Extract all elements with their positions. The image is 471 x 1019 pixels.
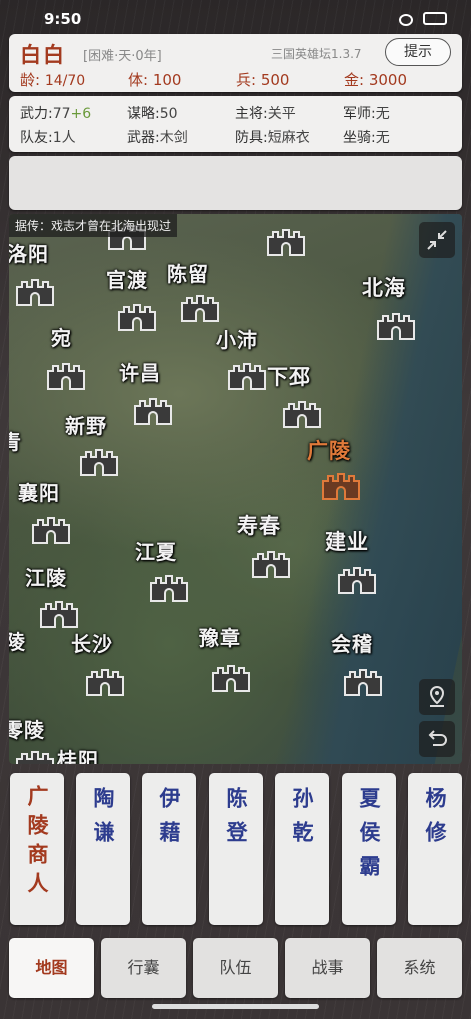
city-label-xiapi[interactable]: 下邳	[267, 361, 311, 391]
city-label-chenliu[interactable]: 陈留	[167, 258, 209, 287]
castle-icon[interactable]	[15, 278, 55, 306]
city-label-beihai[interactable]: 北海	[362, 272, 406, 302]
world-map[interactable]: 洛阳 官渡 陈留 北海 宛 小沛 许昌 下邳 新野 青 广陵 襄阳 寿春 建业 …	[9, 214, 462, 764]
castle-icon[interactable]	[149, 574, 189, 602]
city-label-guangling[interactable]: 广陵	[307, 435, 351, 465]
difficulty-text: [困难·天·0年]	[83, 49, 162, 64]
castle-icon[interactable]	[39, 600, 79, 628]
tab-map[interactable]: 地图	[9, 938, 94, 998]
castle-icon[interactable]	[227, 362, 267, 390]
tab-bag[interactable]: 行囊	[101, 938, 186, 998]
city-label-luoyang[interactable]: 洛阳	[9, 238, 49, 267]
force-stat: 武力:77+6	[20, 106, 92, 122]
castle-icon[interactable]	[211, 664, 251, 692]
city-label-xinye[interactable]: 新野	[65, 410, 107, 439]
character-card[interactable]: 伊藉	[142, 773, 196, 925]
wifi-icon	[399, 14, 413, 26]
castle-icon[interactable]	[31, 516, 71, 544]
castle-icon[interactable]	[79, 448, 119, 476]
castle-icon[interactable]	[266, 228, 306, 256]
rumor-banner: 据传：戏志才曾在北海出现过	[9, 214, 178, 237]
player-name: 白白	[20, 43, 66, 67]
city-label-ling[interactable]: 陵	[9, 626, 26, 655]
location-pin-icon	[429, 685, 445, 707]
stamina-stat: 体: 100	[128, 71, 182, 89]
troops-value: 500	[260, 71, 290, 89]
tab-team[interactable]: 队伍	[193, 938, 278, 998]
battery-icon	[423, 12, 447, 25]
tab-system[interactable]: 系统	[377, 938, 462, 998]
castle-icon[interactable]	[117, 303, 157, 331]
weapon-stat: 武器:木剑	[127, 130, 188, 146]
city-label-guandu[interactable]: 官渡	[106, 264, 148, 293]
attributes-panel: 武力:77+6 谋略:50 主将:关平 军师:无 队友:1人 武器:木剑 防具:…	[9, 96, 462, 152]
city-label-jianye[interactable]: 建业	[325, 526, 369, 556]
game-version: 三国英雄坛1.3.7	[271, 47, 362, 61]
city-label-jiangxia[interactable]: 江夏	[135, 536, 177, 565]
undo-icon	[428, 730, 447, 746]
hint-button[interactable]: 提示	[385, 38, 451, 66]
gold-value: 3000	[368, 71, 408, 89]
teammates-stat: 队友:1人	[20, 130, 76, 146]
castle-icon[interactable]	[46, 362, 86, 390]
city-label-jiangling[interactable]: 江陵	[25, 562, 67, 591]
character-card[interactable]: 广陵商人	[10, 773, 64, 925]
age-value: 14/70	[44, 73, 86, 89]
collapse-map-button[interactable]	[419, 222, 455, 258]
castle-icon[interactable]	[15, 750, 55, 764]
city-label-xiangyang[interactable]: 襄阳	[18, 477, 60, 506]
character-card[interactable]: 陶谦	[76, 773, 130, 925]
advisor-stat: 军师:无	[343, 106, 390, 122]
castle-icon[interactable]	[85, 668, 125, 696]
castle-icon[interactable]	[180, 294, 220, 322]
city-label-changsha[interactable]: 长沙	[71, 628, 113, 657]
mount-stat: 坐骑:无	[343, 130, 390, 146]
city-label-shouchun[interactable]: 寿春	[237, 510, 281, 540]
strategy-stat: 谋略:50	[127, 106, 178, 122]
city-label-wan[interactable]: 宛	[51, 322, 72, 351]
status-icons	[399, 12, 447, 26]
castle-icon-selected[interactable]	[321, 472, 361, 500]
castle-icon[interactable]	[282, 400, 322, 428]
tab-war[interactable]: 战事	[285, 938, 370, 998]
locate-button[interactable]	[419, 679, 455, 715]
city-label-qing[interactable]: 青	[9, 426, 22, 455]
age-stat: 龄: 14/70	[20, 71, 86, 89]
character-card[interactable]: 陈登	[209, 773, 263, 925]
city-label-xiaopei[interactable]: 小沛	[216, 324, 258, 353]
city-label-yuzhang[interactable]: 豫章	[199, 622, 241, 651]
castle-icon[interactable]	[343, 668, 383, 696]
character-card[interactable]: 夏侯霸	[342, 773, 396, 925]
castle-icon[interactable]	[251, 550, 291, 578]
collapse-icon	[427, 230, 447, 250]
armor-stat: 防具:短麻衣	[235, 130, 310, 146]
city-label-guiyang[interactable]: 桂阳	[57, 744, 99, 764]
castle-icon[interactable]	[133, 397, 173, 425]
character-card[interactable]: 杨修	[408, 773, 462, 925]
status-time: 9:50	[44, 10, 82, 28]
city-label-xuchang[interactable]: 许昌	[119, 357, 161, 386]
city-label-lingling[interactable]: 零陵	[9, 714, 45, 743]
stamina-value: 100	[152, 71, 182, 89]
city-label-kuaiji[interactable]: 会稽	[331, 628, 373, 657]
castle-icon[interactable]	[376, 312, 416, 340]
back-button[interactable]	[419, 721, 455, 757]
player-panel: 白白 [困难·天·0年] 三国英雄坛1.3.7 提示 龄: 14/70 体: 1…	[9, 34, 462, 92]
general-stat: 主将:关平	[235, 106, 296, 122]
troops-stat: 兵: 500	[236, 71, 290, 89]
message-panel	[9, 156, 462, 210]
castle-icon[interactable]	[337, 566, 377, 594]
home-indicator[interactable]	[152, 1004, 319, 1009]
gold-stat: 金: 3000	[344, 71, 408, 89]
character-card[interactable]: 孙乾	[275, 773, 329, 925]
